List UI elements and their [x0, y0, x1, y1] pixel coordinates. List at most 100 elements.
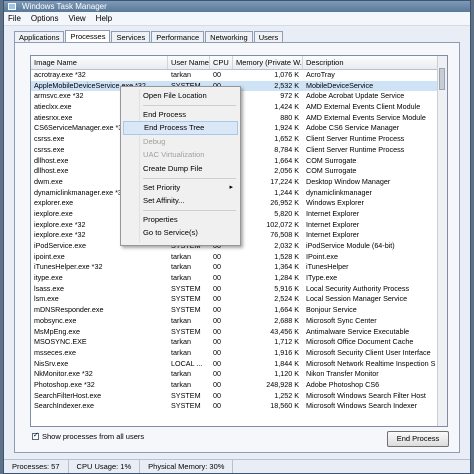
user-name-cell: tarkan	[171, 262, 191, 272]
task-manager-icon	[8, 3, 16, 10]
memory-cell: 1,924 K	[274, 123, 299, 133]
context-menu-item[interactable]: End Process	[123, 108, 238, 122]
memory-cell: 102,072 K	[266, 219, 299, 229]
context-menu-separator	[143, 177, 236, 179]
context-menu-item[interactable]: Open File Location	[123, 89, 238, 103]
table-row[interactable]: itype.exe tarkan 00 1,284 K IType.exe	[31, 273, 438, 284]
description-cell: Adobe CS6 Service Manager	[306, 123, 400, 133]
context-menu-item[interactable]: Set Affinity...	[123, 194, 238, 208]
image-name-cell: SearchIndexer.exe	[34, 401, 94, 411]
description-cell: COM Surrogate	[306, 166, 357, 176]
table-row[interactable]: mDNSResponder.exe SYSTEM 00 1,664 K Bonjour …	[31, 305, 438, 316]
description-cell: Client Server Runtime Process	[306, 144, 405, 154]
table-row[interactable]: msseces.exe tarkan 00 1,916 K Microsoft Secu…	[31, 348, 438, 359]
column-image-name[interactable]: Image Name	[31, 56, 168, 69]
memory-cell: 1,252 K	[274, 390, 299, 400]
list-header: Image Name User Name CPU Memory (Private…	[31, 56, 440, 70]
description-cell: iPodService Module (64-bit)	[306, 241, 395, 250]
table-row[interactable]: SearchFilterHost.exe SYSTEM 00 1,252 K Micro…	[31, 391, 438, 402]
description-cell: Microsoft Windows Search Filter Host	[306, 390, 426, 400]
table-row[interactable]: NisSrv.exe LOCAL ... 00 1,844 K Microsoft Ne…	[31, 359, 438, 370]
image-name-cell: MSOSYNC.EXE	[34, 337, 87, 347]
description-cell: dynamiclinkmanager	[306, 187, 372, 197]
table-row[interactable]: MsMpEng.exe SYSTEM 00 43,456 K Antimalware S…	[31, 327, 438, 338]
memory-cell: 26,952 K	[270, 198, 299, 208]
description-cell: Client Server Runtime Process	[306, 134, 405, 144]
column-description[interactable]: Description	[303, 56, 440, 69]
memory-cell: 972 K	[280, 91, 299, 101]
image-name-cell: mDNSResponder.exe	[34, 305, 104, 315]
table-row[interactable]: Photoshop.exe *32 tarkan 00 248,928 K Adobe …	[31, 380, 438, 391]
table-row[interactable]: mobsync.exe tarkan 00 2,688 K Microsoft Sync…	[31, 316, 438, 327]
table-row[interactable]: SearchIndexer.exe SYSTEM 00 18,560 K Microso…	[31, 401, 438, 412]
memory-cell: 43,456 K	[270, 326, 299, 336]
menu-help[interactable]: Help	[96, 14, 112, 23]
table-row[interactable]: acrotray.exe *32 tarkan 00 1,076 K AcroTray	[31, 70, 438, 81]
memory-cell: 1,712 K	[274, 337, 299, 347]
table-row[interactable]: MSOSYNC.EXE tarkan 00 1,712 K Microsoft Offi…	[31, 337, 438, 348]
cpu-cell: 00	[213, 251, 221, 261]
end-process-button[interactable]: End Process	[387, 431, 449, 447]
context-menu-item-label: Go to Service(s)	[143, 228, 198, 238]
memory-cell: 1,120 K	[274, 369, 299, 379]
menu-file[interactable]: File	[8, 14, 21, 23]
memory-cell: 8,784 K	[274, 144, 299, 154]
show-all-users-label: Show processes from all users	[42, 432, 145, 441]
show-all-users-checkbox[interactable]	[32, 431, 39, 440]
table-row[interactable]: iTunesHelper.exe *32 tarkan 00 1,364 K iTune…	[31, 262, 438, 273]
context-menu-item[interactable]: Create Dump File	[123, 162, 238, 176]
cpu-cell: 00	[213, 401, 221, 411]
context-menu-item[interactable]: Properties	[123, 213, 238, 227]
memory-cell: 2,524 K	[274, 294, 299, 304]
window-title: Windows Task Manager	[22, 2, 107, 11]
user-name-cell: tarkan	[171, 251, 191, 261]
column-memory[interactable]: Memory (Private W...	[233, 56, 303, 69]
context-menu-item: Debug	[123, 135, 238, 149]
table-row[interactable]: NkMonitor.exe *32 tarkan 00 1,120 K Nikon Tr…	[31, 369, 438, 380]
context-menu-item-label: Debug	[143, 136, 166, 146]
process-context-menu: Open File Location End Process End Process…	[120, 86, 241, 246]
memory-cell: 5,916 K	[274, 283, 299, 293]
context-menu-item[interactable]: End Process Tree	[123, 121, 238, 136]
column-user-name[interactable]: User Name	[168, 56, 210, 69]
scrollbar-thumb[interactable]	[439, 68, 445, 90]
table-row[interactable]: lsm.exe SYSTEM 00 2,524 K Local Session Mana…	[31, 294, 438, 305]
submenu-arrow-icon: ▸	[229, 183, 233, 191]
memory-cell: 880 K	[280, 112, 299, 122]
cpu-cell: 00	[213, 273, 221, 283]
description-cell: AMD External Events Service Module	[306, 112, 426, 122]
cpu-cell: 00	[213, 262, 221, 272]
memory-cell: 1,528 K	[274, 251, 299, 261]
memory-cell: 18,560 K	[270, 401, 299, 411]
table-row[interactable]: lsass.exe SYSTEM 00 5,916 K Local Security A…	[31, 284, 438, 295]
title-bar[interactable]: Windows Task Manager	[4, 1, 470, 12]
status-physical-memory: Physical Memory: 30%	[140, 460, 234, 473]
menu-view[interactable]: View	[68, 14, 85, 23]
description-cell: iTunesHelper	[306, 262, 349, 272]
memory-cell: 248,928 K	[266, 379, 299, 389]
context-menu-item-label: Create Dump File	[143, 164, 203, 173]
menu-options[interactable]: Options	[31, 14, 59, 23]
context-menu-item-label: Open File Location	[143, 91, 207, 100]
description-cell: IType.exe	[306, 273, 338, 283]
show-all-users-option[interactable]: Show processes from all users	[32, 431, 145, 441]
description-cell: Internet Explorer	[306, 208, 360, 218]
memory-cell: 1,424 K	[274, 102, 299, 112]
image-name-cell: NkMonitor.exe *32	[34, 369, 93, 379]
vertical-scrollbar[interactable]	[437, 56, 447, 426]
image-name-cell: NisSrv.exe	[34, 358, 69, 368]
description-cell: AMD External Events Client Module	[306, 102, 421, 112]
description-cell: Antimalware Service Executable	[306, 326, 410, 336]
memory-cell: 1,916 K	[274, 347, 299, 357]
cpu-cell: 00	[213, 358, 221, 368]
context-menu-item[interactable]: Go to Service(s)	[123, 226, 238, 240]
description-cell: Microsoft Security Client User Interface	[306, 347, 431, 357]
memory-cell: 1,364 K	[274, 262, 299, 272]
table-row[interactable]: ipoint.exe tarkan 00 1,528 K IPoint.exe	[31, 252, 438, 263]
column-cpu[interactable]: CPU	[210, 56, 233, 69]
context-menu-item[interactable]: Set Priority ▸	[123, 181, 238, 195]
image-name-cell: MsMpEng.exe	[34, 326, 80, 336]
description-cell: Bonjour Service	[306, 305, 357, 315]
description-cell: Windows Explorer	[306, 198, 364, 208]
description-cell: Internet Explorer	[306, 219, 360, 229]
